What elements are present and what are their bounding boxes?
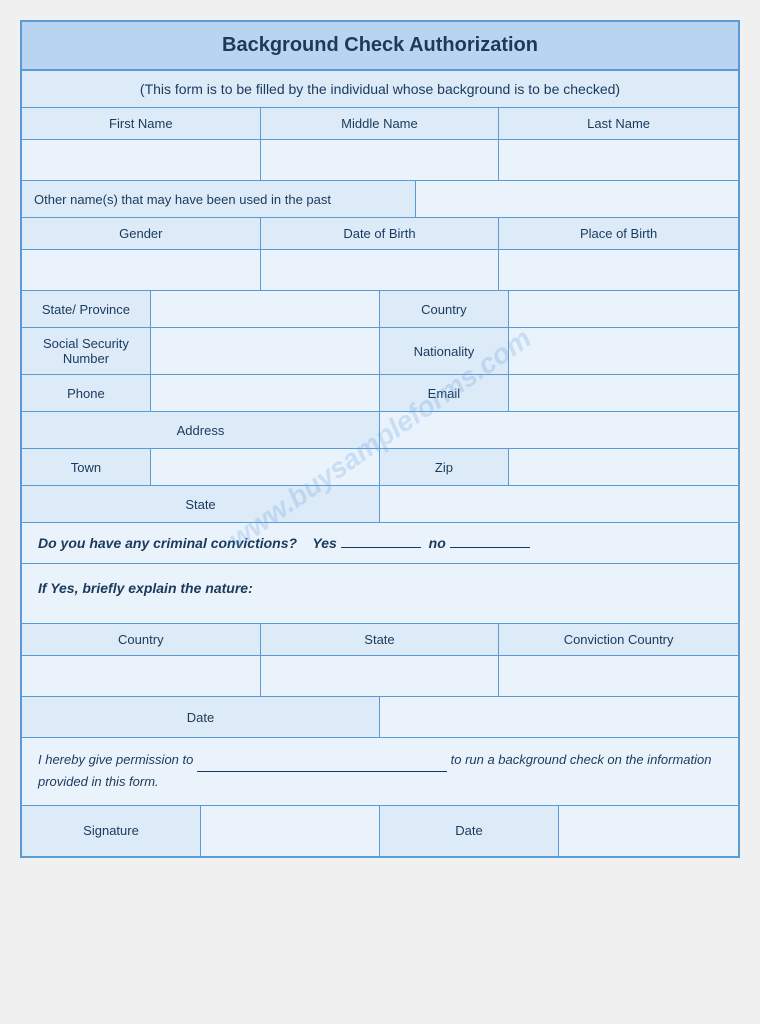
form-title: Background Check Authorization <box>22 22 738 71</box>
phone-label: Phone <box>22 375 151 411</box>
country-label: Country <box>380 291 509 327</box>
conviction-question-text: Do you have any criminal convictions? <box>38 535 297 551</box>
other-names-row: Other name(s) that may have been used in… <box>22 181 738 218</box>
place-of-birth-label: Place of Birth <box>499 218 738 249</box>
address-input-top[interactable] <box>380 412 738 448</box>
address-label: Address <box>22 412 380 448</box>
other-names-input[interactable] <box>416 181 738 217</box>
date-input[interactable] <box>380 697 738 737</box>
state-col-label: State <box>261 624 500 655</box>
signature-row: Signature Date <box>22 806 738 856</box>
name-input-row <box>22 140 738 181</box>
state2-row: State <box>22 486 738 523</box>
sig-date-input[interactable] <box>559 806 738 856</box>
country-input[interactable] <box>509 291 738 327</box>
state-province-input[interactable] <box>151 291 380 327</box>
state2-input[interactable] <box>380 486 738 522</box>
ssn-row: Social Security Number Nationality <box>22 328 738 375</box>
other-names-label: Other name(s) that may have been used in… <box>22 181 416 217</box>
place-of-birth-input[interactable] <box>499 250 738 290</box>
ssn-label: Social Security Number <box>22 328 151 374</box>
name-header-row: First Name Middle Name Last Name <box>22 108 738 140</box>
dob-input[interactable] <box>261 250 500 290</box>
conviction-country-input[interactable] <box>499 656 738 696</box>
sig-date-label: Date <box>380 806 559 856</box>
dob-label: Date of Birth <box>261 218 500 249</box>
explain-label: If Yes, briefly explain the nature: <box>38 580 722 596</box>
town-label: Town <box>22 449 151 485</box>
gender-header-row: Gender Date of Birth Place of Birth <box>22 218 738 250</box>
conviction-country-label: Conviction Country <box>499 624 738 655</box>
last-name-input[interactable] <box>499 140 738 180</box>
permission-underline <box>197 750 447 772</box>
middle-name-label: Middle Name <box>261 108 500 139</box>
town-row: Town Zip <box>22 449 738 486</box>
gender-input-row <box>22 250 738 291</box>
state2-label: State <box>22 486 380 522</box>
date-label: Date <box>22 697 380 737</box>
gender-label: Gender <box>22 218 261 249</box>
email-label: Email <box>380 375 509 411</box>
signature-input[interactable] <box>201 806 380 856</box>
no-label: no <box>429 535 446 551</box>
country-col-input[interactable] <box>22 656 261 696</box>
email-input[interactable] <box>509 375 738 411</box>
zip-label: Zip <box>380 449 509 485</box>
nationality-input[interactable] <box>509 328 738 374</box>
yes-label: Yes <box>312 535 336 551</box>
middle-name-input[interactable] <box>261 140 500 180</box>
first-name-input[interactable] <box>22 140 261 180</box>
phone-row: Phone Email <box>22 375 738 412</box>
state-province-label: State/ Province <box>22 291 151 327</box>
zip-input[interactable] <box>509 449 738 485</box>
gender-input[interactable] <box>22 250 261 290</box>
last-name-label: Last Name <box>499 108 738 139</box>
address-header-row: Address <box>22 412 738 449</box>
date-header-row: Date <box>22 697 738 738</box>
csc-input-row <box>22 656 738 697</box>
permission-row: I hereby give permission to to run a bac… <box>22 738 738 806</box>
form-subtitle: (This form is to be filled by the indivi… <box>22 71 738 108</box>
csc-header-row: Country State Conviction Country <box>22 624 738 656</box>
state-col-input[interactable] <box>261 656 500 696</box>
permission-text1: I hereby give permission to <box>38 752 193 767</box>
town-input[interactable] <box>151 449 380 485</box>
conviction-question-row: Do you have any criminal convictions? Ye… <box>22 523 738 564</box>
first-name-label: First Name <box>22 108 261 139</box>
explain-section: If Yes, briefly explain the nature: <box>22 564 738 624</box>
ssn-input[interactable] <box>151 328 380 374</box>
country-col-label: Country <box>22 624 261 655</box>
state-province-row: State/ Province Country <box>22 291 738 328</box>
signature-label: Signature <box>22 806 201 856</box>
nationality-label: Nationality <box>380 328 509 374</box>
phone-input[interactable] <box>151 375 380 411</box>
